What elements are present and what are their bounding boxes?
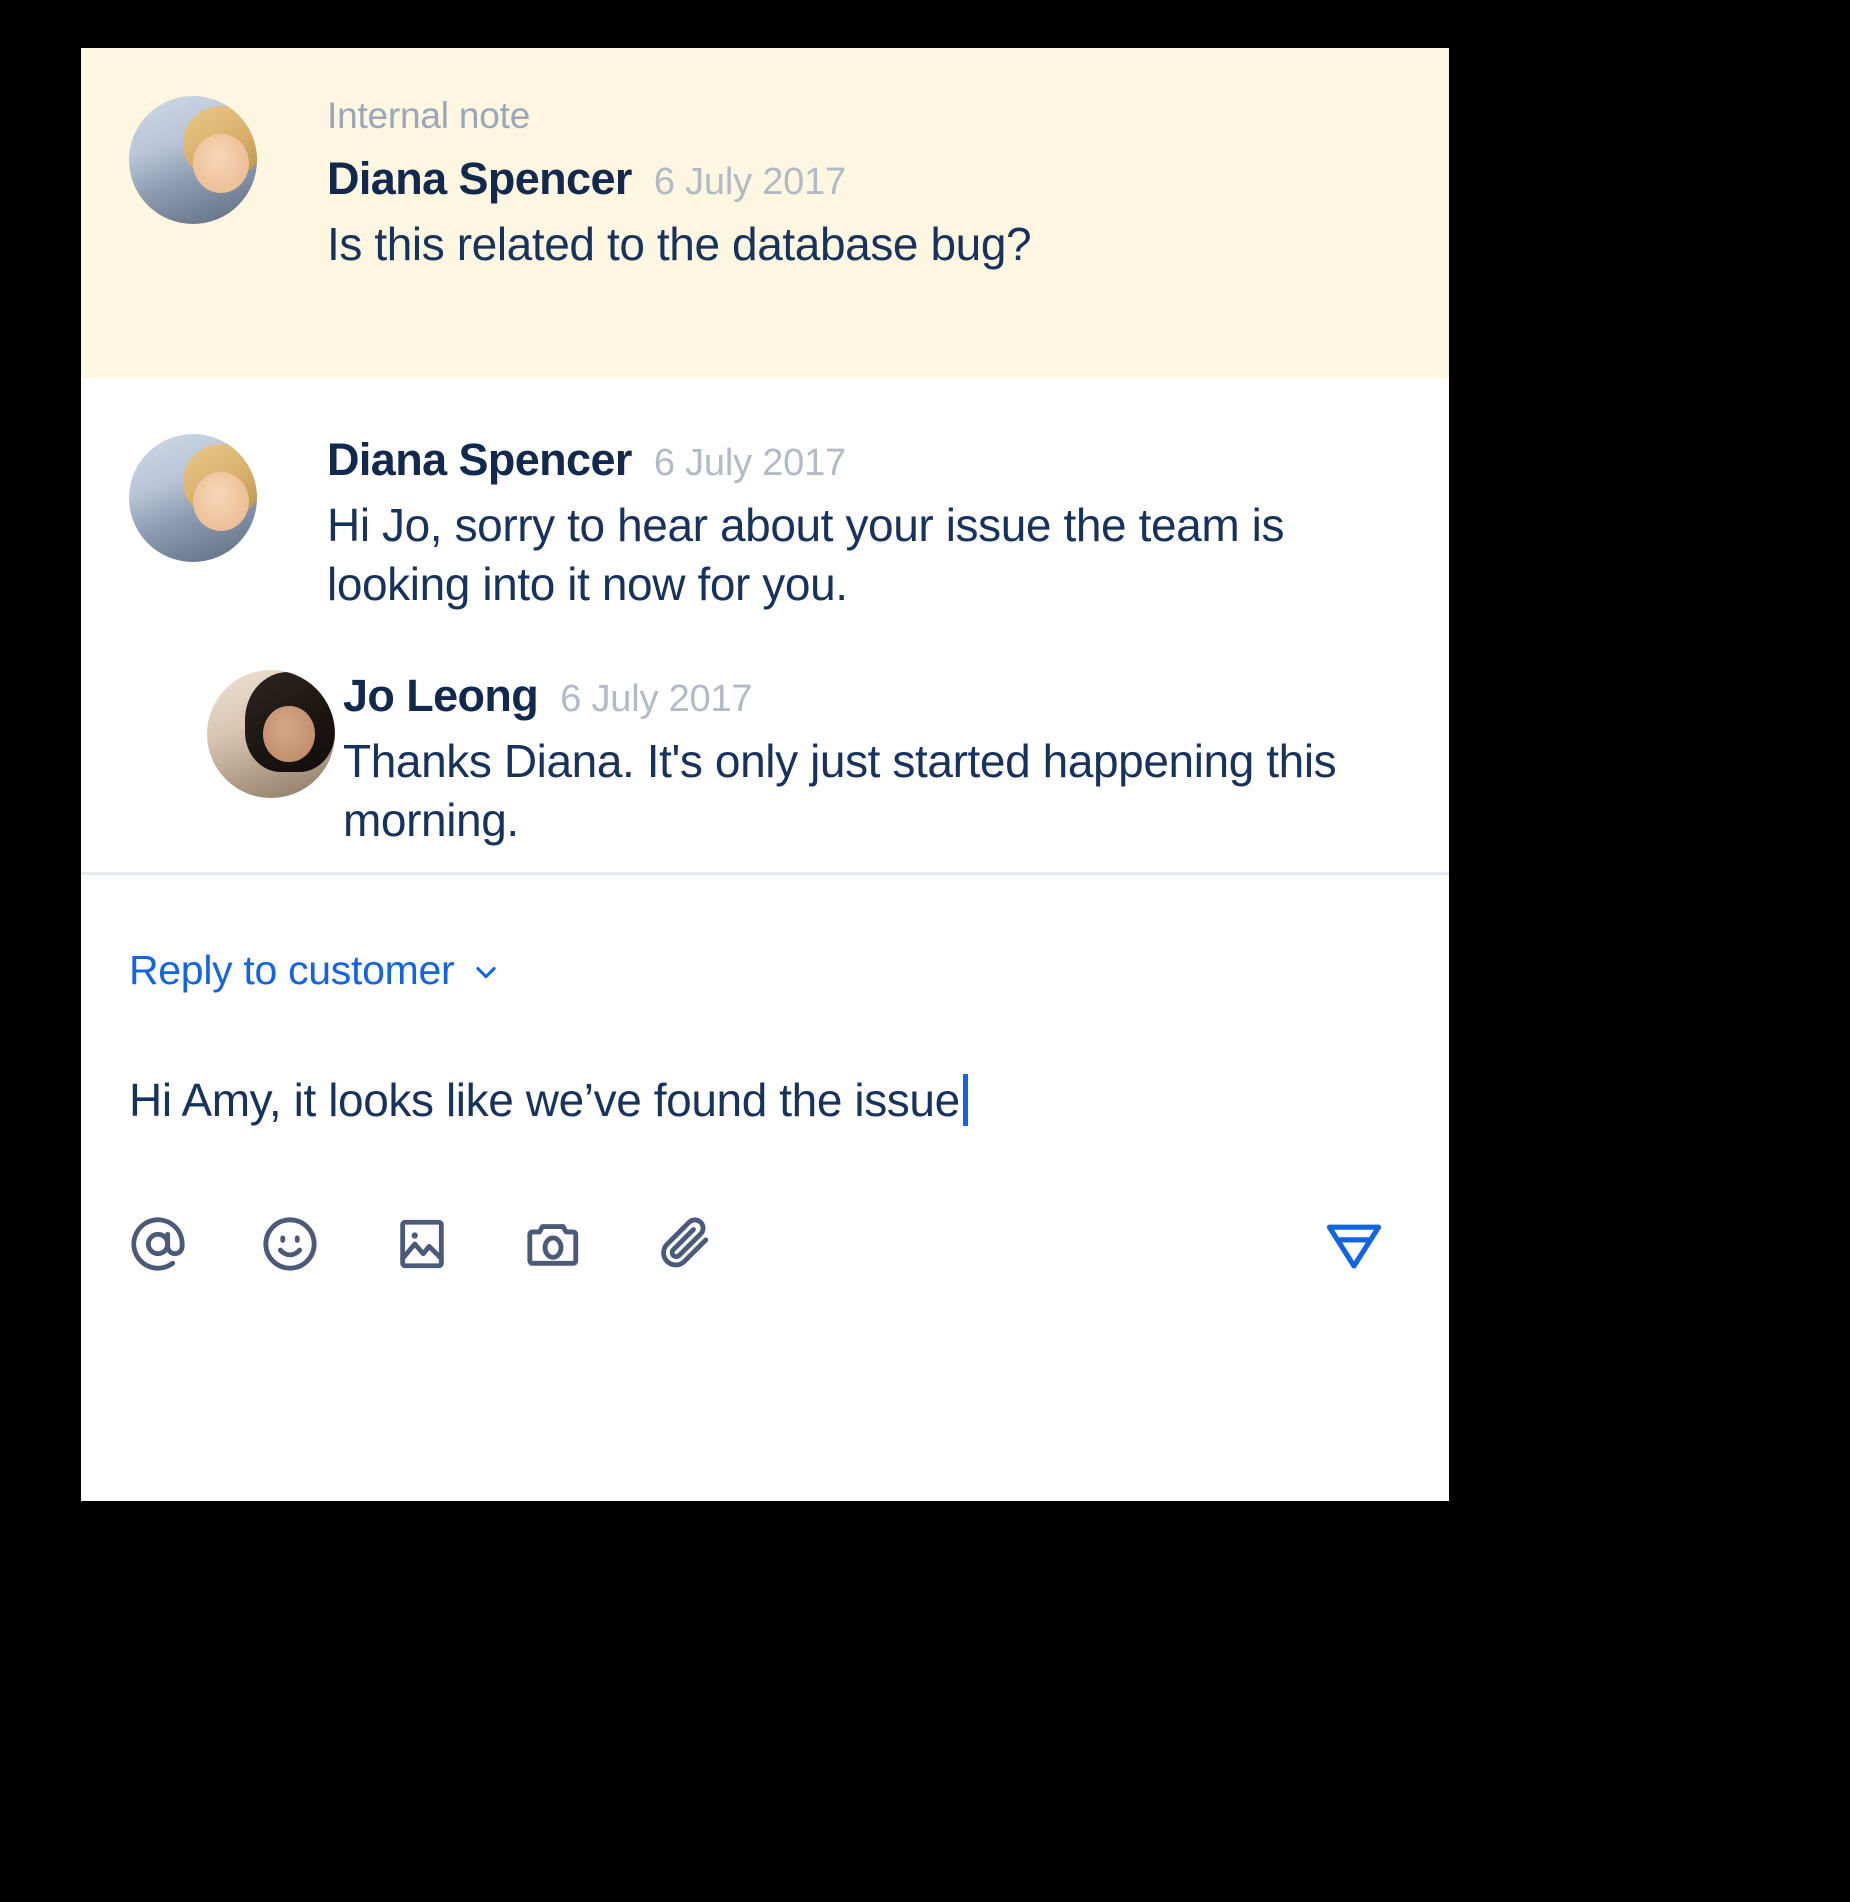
message-author: Diana Spencer [327,152,632,204]
message-body: Is this related to the database bug? [327,217,1032,270]
reply-mode-dropdown[interactable]: Reply to customer [129,947,500,994]
chevron-down-icon [472,958,500,986]
conversation-card: Internal note Diana Spencer 6 July 2017 … [81,48,1449,1501]
internal-note-block: Internal note Diana Spencer 6 July 2017 … [81,48,1449,378]
message-timestamp: 6 July 2017 [560,677,753,720]
thread-block: Diana Spencer 6 July 2017 Hi Jo, sorry t… [81,378,1449,903]
thread-message: Jo Leong 6 July 2017 Thanks Diana. It's … [81,669,1449,850]
reply-draft-text: Hi Amy, it looks like we’ve found the is… [129,1073,960,1126]
composer: Reply to customer Hi Amy, it looks like … [81,902,1449,1315]
emoji-icon[interactable] [261,1215,319,1273]
reply-textarea[interactable]: Hi Amy, it looks like we’ve found the is… [129,1072,1401,1130]
internal-note-label: Internal note [327,95,531,136]
send-icon[interactable] [1323,1213,1385,1275]
text-cursor [962,1074,968,1127]
message-author: Diana Spencer [327,434,632,485]
paperclip-icon[interactable] [657,1215,715,1273]
message-body: Hi Jo, sorry to hear about your issue th… [327,499,1285,610]
mention-icon[interactable] [129,1215,187,1273]
message-timestamp: 6 July 2017 [653,442,846,484]
reply-mode-label: Reply to customer [129,946,455,993]
internal-note-message: Internal note Diana Spencer 6 July 2017 … [81,95,1449,274]
diana-avatar [129,434,257,562]
message-body: Thanks Diana. It's only just started hap… [343,734,1337,846]
image-icon[interactable] [393,1215,451,1273]
message-meta: Diana Spencer 6 July 2017 [327,153,1425,205]
message-author: Jo Leong [343,669,539,721]
jo-avatar [207,669,335,798]
message-timestamp: 6 July 2017 [653,160,846,203]
thread-message: Diana Spencer 6 July 2017 Hi Jo, sorry t… [81,434,1449,614]
message-meta: Jo Leong 6 July 2017 [343,670,1425,722]
composer-divider [81,871,1449,875]
diana-avatar [129,96,257,224]
camera-icon[interactable] [525,1215,583,1273]
composer-toolbar [129,1213,1401,1315]
message-meta: Diana Spencer 6 July 2017 [327,434,1425,486]
